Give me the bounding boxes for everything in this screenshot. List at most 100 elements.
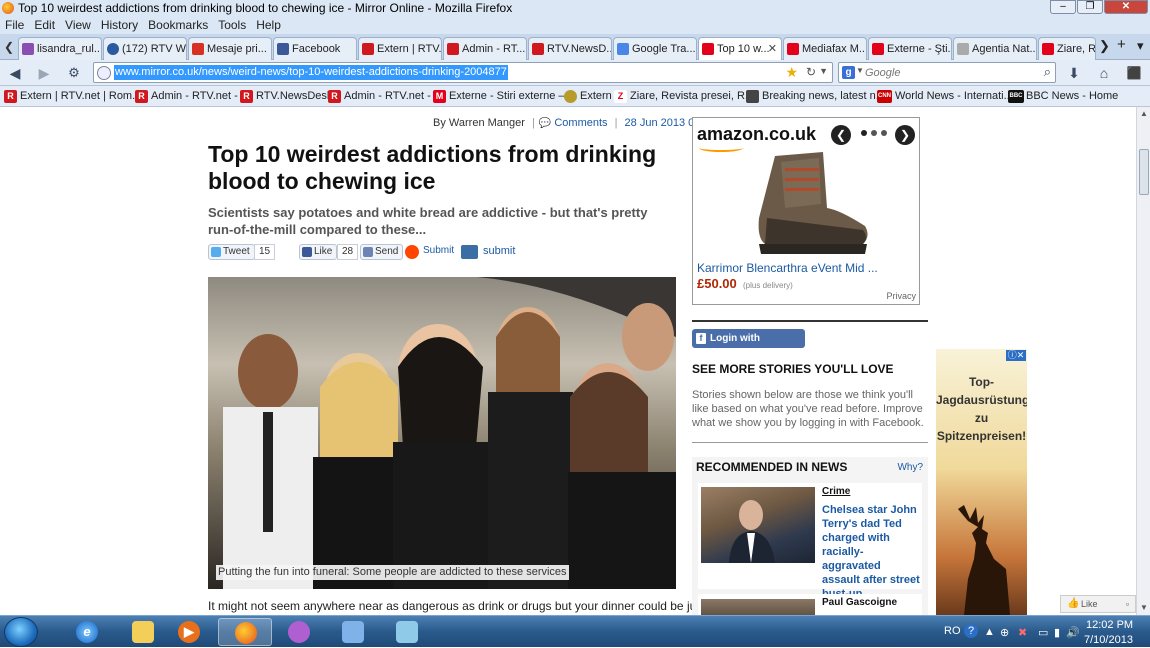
tab[interactable]: Externe - Şti... (868, 37, 952, 60)
search-box[interactable]: g ▼ ⌕ (838, 62, 1056, 83)
story-thumbnail[interactable] (701, 487, 815, 563)
show-hidden-icons-icon[interactable]: ▲ (984, 626, 995, 638)
page-scrollbar[interactable]: ▲ ▼ (1136, 107, 1150, 615)
network-tray-icon[interactable]: ⊕ (1000, 626, 1009, 639)
signal-icon[interactable]: ▮ (1054, 626, 1060, 639)
taskbar-firefox[interactable] (218, 618, 272, 646)
menu-history[interactable]: History (96, 16, 143, 34)
taskbar-internet-explorer[interactable]: e (60, 618, 114, 646)
search-icon[interactable]: ⌕ (1044, 64, 1051, 80)
site-identity-icon[interactable] (97, 66, 111, 80)
bookmark-item[interactable]: Extern (564, 86, 612, 106)
tab-active[interactable]: Top 10 w... ✕ (698, 37, 782, 61)
recommended-story[interactable]: Crime Chelsea star John Terry's dad Ted … (698, 483, 922, 600)
story-title[interactable]: Paul Gascoigne (822, 597, 897, 608)
side-ad-text[interactable]: Top-Jagdausrüstung zu Spitzenpreisen! (936, 373, 1027, 445)
author-name[interactable]: Warren Manger (449, 117, 525, 129)
tab[interactable]: Mediafax M... (783, 37, 867, 60)
close-window-button[interactable]: ✕ (1104, 0, 1148, 14)
language-indicator[interactable]: RO (944, 625, 961, 637)
menu-file[interactable]: File (0, 16, 29, 34)
reload-icon[interactable]: ↻ (806, 65, 816, 79)
tab[interactable]: Ziare, Rev (1038, 37, 1096, 60)
tab[interactable]: RTV.NewsD... (528, 37, 612, 60)
scrollbar-thumb[interactable] (1139, 149, 1149, 195)
scroll-up-arrow-icon[interactable]: ▲ (1137, 107, 1150, 121)
back-button[interactable]: ◀ (5, 64, 25, 82)
battery-icon[interactable]: ▭ (1038, 626, 1048, 639)
tab[interactable]: Admin - RT... (443, 37, 527, 60)
forward-button[interactable]: ▶ (34, 64, 54, 82)
bookmark-star-icon[interactable]: ★ (785, 64, 798, 81)
story-category[interactable]: Crime (822, 486, 850, 497)
floating-like-widget[interactable]: 👍 Like ▫ (1060, 595, 1136, 613)
stumbleupon-submit-button[interactable]: submit (461, 245, 515, 259)
tab[interactable]: (172) RTV W... (103, 37, 187, 60)
recommended-story[interactable]: Paul Gascoigne (698, 594, 922, 615)
menu-help[interactable]: Help (251, 16, 286, 34)
tab[interactable]: lisandra_rul... (18, 37, 102, 60)
clock-date[interactable]: 7/10/2013 (1084, 634, 1133, 646)
extension-icon[interactable]: ⚙ (64, 64, 84, 82)
tab[interactable]: Agentia Nat... (953, 37, 1037, 60)
bookmark-item[interactable]: R Admin - RTV.net - (328, 86, 431, 106)
tab[interactable]: Mesaje pri... (188, 37, 272, 60)
facebook-like-button[interactable]: Like (299, 244, 338, 260)
story-title[interactable]: Chelsea star John Terry's dad Ted charge… (822, 503, 920, 601)
search-engine-dropdown-icon[interactable]: ▼ (856, 66, 864, 75)
ad-product-link[interactable]: Karrimor Blencarthra eVent Mid ... (697, 261, 878, 275)
action-center-icon[interactable]: ✖ (1018, 626, 1027, 639)
story-thumbnail[interactable] (701, 599, 815, 615)
tabs-scroll-left-button[interactable]: ❮ (2, 38, 16, 56)
addon-icon[interactable]: ⬛ (1124, 64, 1144, 82)
taskbar-app[interactable] (380, 618, 434, 646)
menu-edit[interactable]: Edit (29, 16, 60, 34)
url-text[interactable]: www.mirror.co.uk/news/weird-news/top-10-… (114, 65, 508, 80)
tabs-scroll-right-button[interactable]: ❯ (1099, 38, 1110, 54)
scroll-down-arrow-icon[interactable]: ▼ (1137, 601, 1150, 615)
history-dropdown-icon[interactable]: ▼ (819, 66, 828, 76)
taskbar-media-player[interactable]: ▶ (162, 618, 216, 646)
minimize-widget-icon[interactable]: ▫ (1126, 596, 1129, 612)
reddit-submit-button[interactable]: Submit (405, 245, 454, 259)
login-with-facebook-button[interactable]: f Login with Facebook (692, 329, 805, 363)
taskbar-messenger[interactable] (272, 618, 326, 646)
hiking-boot-image[interactable] (745, 148, 875, 260)
list-all-tabs-button[interactable]: ▾ (1137, 38, 1144, 54)
maximize-button[interactable]: ❐ (1077, 0, 1103, 14)
amazon-ad[interactable]: amazon.co.uk ❮ ❯ Karrimor Blencarthra eV… (692, 117, 920, 305)
tab-close-icon[interactable]: ✕ (768, 38, 777, 60)
why-link[interactable]: Why? (897, 462, 923, 473)
address-bar[interactable]: www.mirror.co.uk/news/weird-news/top-10-… (93, 62, 833, 83)
tweet-button[interactable]: Tweet (208, 244, 255, 260)
clock-time[interactable]: 12:02 PM (1086, 619, 1133, 631)
ad-next-button[interactable]: ❯ (895, 125, 915, 145)
bookmark-item[interactable]: R Extern | RTV.net | Rom... (4, 86, 141, 106)
ad-choices-close-icon[interactable]: ⓘ✕ (1006, 350, 1026, 361)
menu-view[interactable]: View (60, 16, 96, 34)
menu-bookmarks[interactable]: Bookmarks (143, 16, 213, 34)
tab[interactable]: Facebook (273, 37, 357, 60)
ad-privacy-link[interactable]: Privacy (886, 291, 916, 301)
downloads-icon[interactable]: ⬇ (1064, 64, 1084, 82)
tab[interactable]: Extern | RTV... (358, 37, 442, 60)
taskbar-paint[interactable] (326, 618, 380, 646)
menu-tools[interactable]: Tools (213, 16, 251, 34)
bookmark-item[interactable]: BBC BBC News - Home (1008, 86, 1118, 106)
comments-link[interactable]: Comments (554, 117, 607, 129)
start-button[interactable] (4, 617, 38, 647)
volume-icon[interactable]: 🔊 (1066, 626, 1080, 639)
bookmark-item[interactable]: Z Ziare, Revista presei, R... (614, 86, 754, 106)
search-input[interactable] (865, 65, 1030, 80)
minimize-button[interactable]: – (1050, 0, 1076, 14)
bookmark-item[interactable]: Breaking news, latest n... (746, 86, 885, 106)
home-icon[interactable]: ⌂ (1094, 64, 1114, 82)
bookmark-item[interactable]: R Admin - RTV.net - (135, 86, 238, 106)
ad-prev-button[interactable]: ❮ (831, 125, 851, 145)
bookmark-item[interactable]: M Externe - Stiri externe –... (433, 86, 574, 106)
side-ad-banner[interactable]: ⓘ✕ Top-Jagdausrüstung zu Spitzenpreisen! (936, 349, 1027, 615)
bookmark-item[interactable]: CNN World News - Internati... (877, 86, 1013, 106)
tab[interactable]: Google Tra... (613, 37, 697, 60)
bookmark-item[interactable]: R RTV.NewsDesk (240, 86, 332, 106)
facebook-send-button[interactable]: Send (360, 244, 404, 260)
